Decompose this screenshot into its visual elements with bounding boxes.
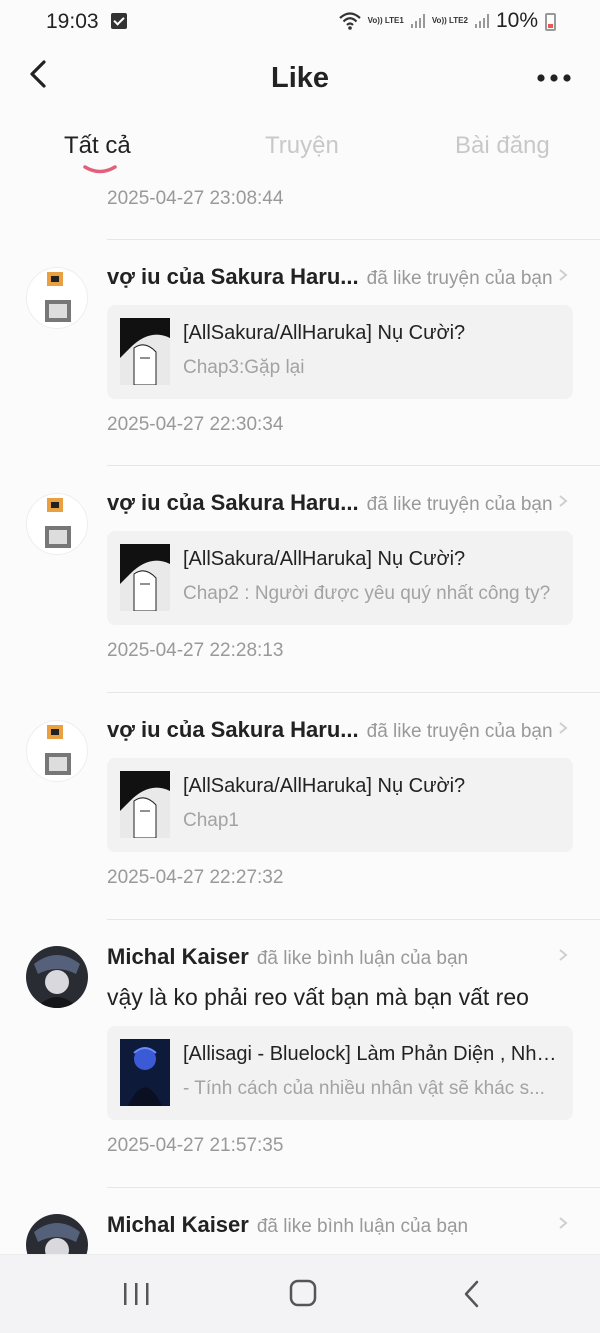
divider [107,692,600,693]
avatar-image [34,955,80,1008]
sim2-label: Vo)) LTE2 [432,17,468,25]
avatar[interactable] [26,267,88,329]
notification-header: vợ iu của Sakura Haru... đã like truyện c… [107,264,577,294]
avatar[interactable] [26,946,88,1008]
avatar-image [45,498,71,548]
story-thumbnail [120,318,170,385]
system-back-icon[interactable] [452,1277,492,1311]
status-icons: Vo)) LTE1 Vo)) LTE2 10% [338,9,538,33]
tab-posts[interactable]: Bài đăng [455,132,550,160]
sim2-text: Vo)) LTE2 [431,16,468,25]
chevron-right-icon [559,1217,568,1229]
app-header: Like [0,50,600,106]
avatar[interactable] [26,1214,88,1254]
user-name[interactable]: Michal Kaiser [107,1212,249,1237]
user-name[interactable]: vợ iu của Sakura Haru... [107,490,359,515]
timestamp: 2025-04-27 22:27:32 [107,867,284,888]
sim1-text: Vo)) LTE1 [367,16,404,25]
notification-header: vợ iu của Sakura Haru... đã like truyện c… [107,490,577,520]
story-title: [Allisagi - Bluelock] Làm Phản Diện , Nh… [183,1043,561,1065]
chevron-right-icon [559,495,568,507]
page-title: Like [270,62,330,94]
story-card[interactable]: [AllSakura/AllHaruka] Nụ Cười? Chap2 : N… [107,531,573,625]
avatar-image [34,1223,80,1254]
timestamp: 2025-04-27 22:28:13 [107,640,284,661]
story-thumbnail [120,1039,170,1106]
battery-percent: 10% [495,9,538,32]
avatar-image [45,272,71,322]
story-card[interactable]: [AllSakura/AllHaruka] Nụ Cười? Chap1 [107,758,573,852]
wifi-icon [338,12,361,30]
chapter-title: Chap1 [183,810,239,831]
action-text: đã like bình luận của bạn [256,948,469,969]
chevron-right-icon [559,949,568,961]
story-card[interactable]: [AllSakura/AllHaruka] Nụ Cười? Chap3:Gặp… [107,305,573,399]
story-card[interactable]: [Allisagi - Bluelock] Làm Phản Diện , Nh… [107,1026,573,1120]
status-bar: 19:03 Vo)) LTE1 Vo)) LTE2 10% [0,0,600,44]
sim1-label: Vo)) LTE1 [368,17,404,25]
divider [107,919,600,920]
recent-apps-icon[interactable] [116,1277,156,1311]
chevron-right-icon [559,722,568,734]
checkbox-notification-icon [111,13,127,29]
notification-feed: 2025-04-27 23:08:44 vợ iu của Sakura Har… [0,184,600,1254]
home-icon[interactable] [283,1277,323,1311]
tab-stories[interactable]: Truyện [265,132,339,160]
tab-bar: Tất cả Truyện Bài đăng [0,128,600,188]
action-text: đã like bình luận của bạn [256,1216,469,1237]
comment-excerpt: - Tính cách của nhiều nhân vật sẽ khác s… [183,1078,545,1099]
more-dots-icon[interactable] [536,66,572,90]
action-text: đã like truyện của bạn [366,721,553,742]
user-name[interactable]: vợ iu của Sakura Haru... [107,717,359,742]
divider [107,239,600,240]
story-thumbnail [120,771,170,838]
user-name[interactable]: vợ iu của Sakura Haru... [107,264,359,289]
chapter-title: Chap3:Gặp lại [183,357,305,378]
chapter-title: Chap2 : Người được yêu quý nhất công ty? [183,583,551,604]
avatar[interactable] [26,720,88,782]
signal2-icon [474,14,489,28]
timestamp: 2025-04-27 21:57:35 [107,1135,284,1156]
user-name[interactable]: Michal Kaiser [107,944,249,969]
action-text: đã like truyện của bạn [366,268,553,289]
avatar[interactable] [26,493,88,555]
story-title: [AllSakura/AllHaruka] Nụ Cười? [183,775,466,797]
signal1-icon [410,14,425,28]
comment-text: vậy là ko phải reo vất bạn mà bạn vất re… [107,984,529,1010]
story-title: [AllSakura/AllHaruka] Nụ Cười? [183,322,466,344]
timestamp: 2025-04-27 22:30:34 [107,414,284,435]
notification-header: Michal Kaiser đã like bình luận của bạn [107,1212,577,1242]
divider [107,465,600,466]
active-tab-indicator [83,165,117,174]
system-nav-bar [0,1254,600,1333]
tab-all[interactable]: Tất cả [64,132,131,160]
status-time: 19:03 [46,10,99,33]
notification-header: Michal Kaiser đã like bình luận của bạn [107,944,577,974]
chevron-right-icon [559,269,568,281]
timestamp: 2025-04-27 23:08:44 [107,188,284,209]
battery-icon [545,13,556,31]
divider [107,1187,600,1188]
story-title: [AllSakura/AllHaruka] Nụ Cười? [183,548,466,570]
notification-header: vợ iu của Sakura Haru... đã like truyện c… [107,717,577,747]
action-text: đã like truyện của bạn [366,494,553,515]
avatar-image [45,725,71,775]
story-thumbnail [120,544,170,611]
